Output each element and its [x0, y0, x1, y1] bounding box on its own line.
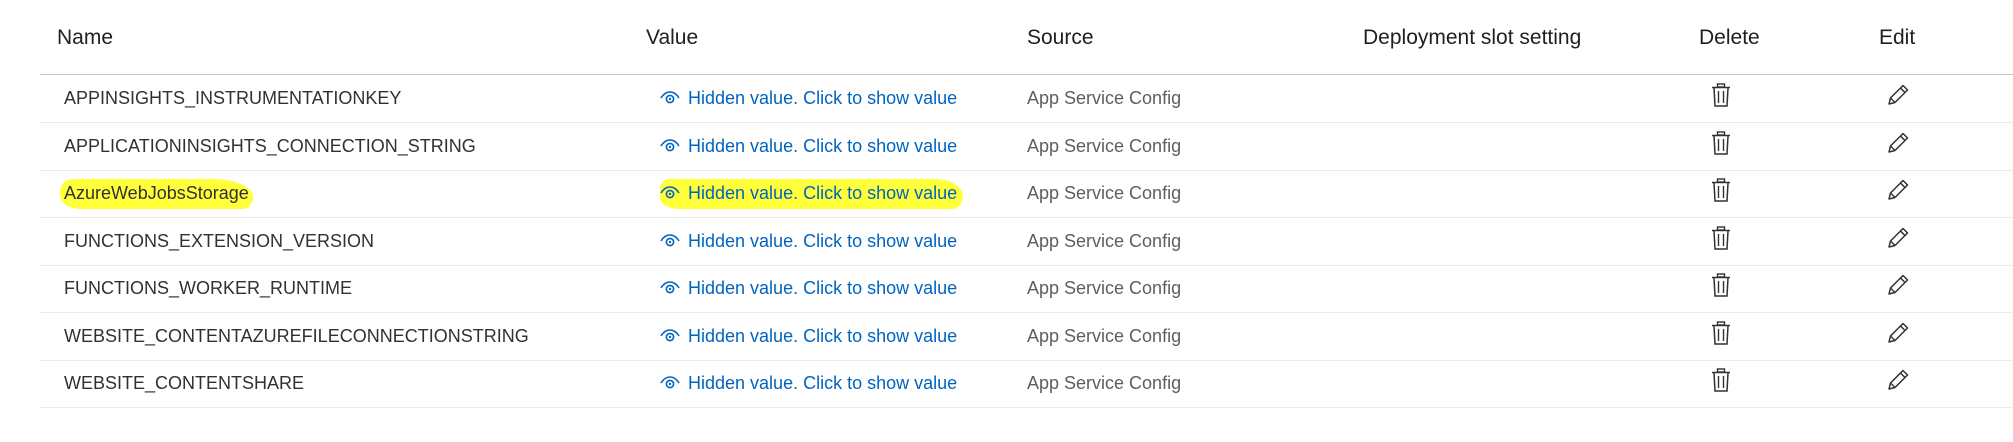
- table-row: WEBSITE_CONTENTAZUREFILECONNECTIONSTRING…: [40, 313, 2013, 361]
- show-value-link[interactable]: Hidden value. Click to show value: [660, 313, 963, 360]
- pencil-icon[interactable]: [1886, 368, 1914, 396]
- setting-name-text: APPLICATIONINSIGHTS_CONNECTION_STRING: [64, 135, 476, 156]
- column-header-name[interactable]: Name: [57, 26, 113, 50]
- table-row: AzureWebJobsStorage Hidden value. Click t…: [40, 170, 2013, 218]
- eye-icon: [660, 276, 680, 294]
- pencil-icon[interactable]: [1886, 321, 1914, 349]
- show-value-text[interactable]: Hidden value. Click to show value: [660, 84, 963, 114]
- hidden-value-label[interactable]: Hidden value. Click to show value: [688, 136, 957, 156]
- trash-icon[interactable]: [1711, 178, 1739, 206]
- show-value-text[interactable]: Hidden value. Click to show value: [660, 369, 963, 399]
- show-value-text[interactable]: Hidden value. Click to show value: [660, 227, 963, 257]
- column-header-value[interactable]: Value: [646, 26, 698, 50]
- show-value-link[interactable]: Hidden value. Click to show value: [660, 265, 963, 312]
- column-header-edit: Edit: [1879, 26, 1916, 49]
- column-header-source[interactable]: Source: [1027, 26, 1094, 50]
- show-value-link[interactable]: Hidden value. Click to show value: [660, 75, 963, 122]
- setting-name: APPINSIGHTS_INSTRUMENTATIONKEY: [64, 75, 405, 122]
- pencil-icon[interactable]: [1886, 131, 1914, 159]
- trash-icon[interactable]: [1711, 368, 1739, 396]
- show-value-link[interactable]: Hidden value. Click to show value: [660, 123, 963, 170]
- trash-icon[interactable]: [1711, 83, 1739, 111]
- setting-name: FUNCTIONS_WORKER_RUNTIME: [64, 265, 356, 312]
- app-settings-table: Name Value Source Deployment slot settin…: [0, 0, 2013, 442]
- setting-name-text: WEBSITE_CONTENTSHARE: [64, 373, 305, 393]
- setting-name-text: FUNCTIONS_WORKER_RUNTIME: [64, 278, 353, 298]
- eye-icon: [660, 229, 680, 246]
- trash-icon[interactable]: [1711, 320, 1739, 349]
- show-value-text[interactable]: Hidden value. Click to show value: [660, 274, 963, 304]
- column-header-slot-setting[interactable]: Deployment slot setting: [1363, 26, 1581, 50]
- eye-icon: [660, 181, 680, 199]
- setting-source: App Service Config: [1027, 183, 1182, 203]
- hidden-value-label[interactable]: Hidden value. Click to show value: [688, 231, 957, 251]
- trash-icon[interactable]: [1711, 273, 1739, 301]
- setting-name-text: WEBSITE_CONTENTAZUREFILECONNECTIONSTRING: [64, 325, 529, 346]
- hidden-value-label[interactable]: Hidden value. Click to show value: [688, 326, 957, 346]
- setting-source: App Service Config: [1027, 135, 1182, 156]
- setting-name: FUNCTIONS_EXTENSION_VERSION: [64, 218, 378, 265]
- table-row: WEBSITE_CONTENTSHARE Hidden value. Click …: [40, 360, 2013, 408]
- setting-name: WEBSITE_CONTENTSHARE: [64, 360, 308, 407]
- hidden-value-label[interactable]: Hidden value. Click to show value: [688, 278, 957, 298]
- trash-icon[interactable]: [1711, 130, 1739, 159]
- setting-name-text: FUNCTIONS_EXTENSION_VERSION: [64, 230, 375, 251]
- setting-source: App Service Config: [1027, 373, 1182, 393]
- table-row: APPLICATIONINSIGHTS_CONNECTION_STRING Hid…: [40, 123, 2013, 171]
- trash-icon[interactable]: [1711, 225, 1739, 254]
- show-value-text[interactable]: Hidden value. Click to show value: [660, 322, 963, 352]
- setting-source: App Service Config: [1027, 278, 1182, 298]
- table-row: FUNCTIONS_WORKER_RUNTIME Hidden value. Cl…: [40, 265, 2013, 313]
- pencil-icon[interactable]: [1886, 83, 1914, 111]
- hidden-value-label[interactable]: Hidden value. Click to show value: [688, 183, 957, 203]
- show-value-text[interactable]: Hidden value. Click to show value: [660, 179, 964, 209]
- eye-icon: [660, 371, 680, 389]
- setting-source: App Service Config: [1027, 325, 1182, 346]
- show-value-link[interactable]: Hidden value. Click to show value: [660, 218, 963, 265]
- show-value-link[interactable]: Hidden value. Click to show value: [660, 170, 964, 217]
- table-header: Name Value Source Deployment slot settin…: [40, 0, 2013, 75]
- setting-source: App Service Config: [1027, 88, 1182, 108]
- setting-name: APPLICATIONINSIGHTS_CONNECTION_STRING: [64, 123, 480, 170]
- setting-name-text: APPINSIGHTS_INSTRUMENTATIONKEY: [64, 88, 402, 108]
- show-value-text[interactable]: Hidden value. Click to show value: [660, 132, 963, 162]
- setting-name: AzureWebJobsStorage: [60, 170, 253, 217]
- table-row: APPINSIGHTS_INSTRUMENTATIONKEY Hidden val…: [40, 75, 2013, 123]
- pencil-icon[interactable]: [1886, 226, 1914, 254]
- eye-icon: [660, 324, 680, 341]
- hidden-value-label[interactable]: Hidden value. Click to show value: [688, 88, 957, 108]
- pencil-icon[interactable]: [1886, 178, 1914, 206]
- setting-name: WEBSITE_CONTENTAZUREFILECONNECTIONSTRING: [64, 313, 533, 360]
- setting-name-text: AzureWebJobsStorage: [60, 179, 253, 209]
- hidden-value-label[interactable]: Hidden value. Click to show value: [688, 373, 957, 393]
- table-row: FUNCTIONS_EXTENSION_VERSION Hidden value.…: [40, 218, 2013, 266]
- eye-icon: [660, 86, 680, 104]
- pencil-icon[interactable]: [1886, 273, 1914, 301]
- show-value-link[interactable]: Hidden value. Click to show value: [660, 360, 963, 407]
- column-header-delete: Delete: [1699, 26, 1760, 49]
- setting-source: App Service Config: [1027, 230, 1182, 251]
- eye-icon: [660, 134, 680, 151]
